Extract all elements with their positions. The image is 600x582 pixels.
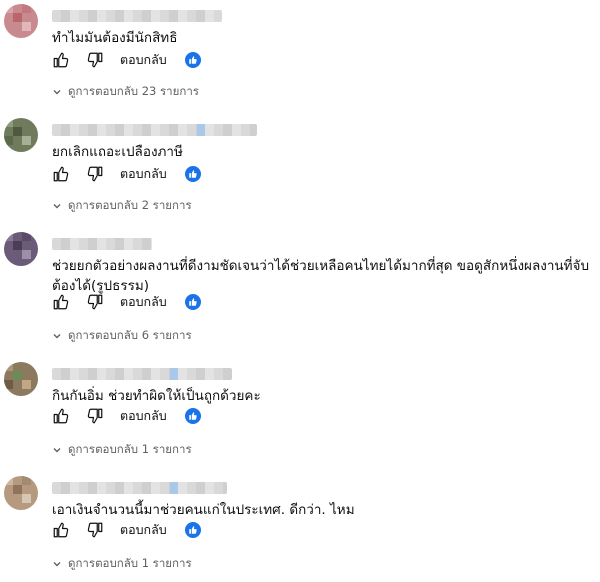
view-replies-toggle[interactable]: ดูการตอบกลับ 1 รายการ [52,442,192,458]
chevron-down-icon [53,562,61,567]
author-name-redacted [52,10,222,22]
dislike-icon[interactable] [86,51,104,69]
dislike-icon[interactable] [86,407,104,425]
chevron-down-icon [53,448,61,453]
comment-text: ทำไมมันต้องมีนักสิทธิ [52,30,178,46]
creator-heart-icon [184,522,201,538]
comment-actions: ตอบกลับ [52,292,201,312]
view-replies-label: ดูการตอบกลับ 6 รายการ [68,328,192,342]
comment-thread: ช่วยยกตัวอย่างผลงานที่ดีงามชัดเจนว่าได้ช… [0,232,600,344]
comment-text: กินกันอิ่ม ช่วยทำผิดให้เป็นถูกด้วยคะ [52,388,261,404]
comment-thread: เอาเงินจำนวนนี้มาช่วยคนแก่ในประเทศ. ดีกว… [0,476,600,576]
chevron-down-icon [53,204,61,209]
view-replies-toggle[interactable]: ดูการตอบกลับ 23 รายการ [52,84,199,100]
avatar[interactable] [4,4,38,38]
comment-actions: ตอบกลับ [52,50,201,70]
view-replies-toggle[interactable]: ดูการตอบกลับ 2 รายการ [52,198,192,214]
comment-actions: ตอบกลับ [52,520,201,540]
like-icon[interactable] [52,165,70,183]
comment-actions: ตอบกลับ [52,406,201,426]
dislike-icon[interactable] [86,165,104,183]
creator-heart-icon [184,294,201,310]
view-replies-label: ดูการตอบกลับ 1 รายการ [68,556,192,570]
reply-button[interactable]: ตอบกลับ [120,406,167,426]
reply-button[interactable]: ตอบกลับ [120,292,167,312]
view-replies-label: ดูการตอบกลับ 1 รายการ [68,442,192,456]
avatar[interactable] [4,232,38,266]
dislike-icon[interactable] [86,521,104,539]
avatar[interactable] [4,362,38,396]
chevron-down-icon [53,334,61,339]
like-icon[interactable] [52,407,70,425]
comment-text: ยกเลิกแถอะเปลืองภาษี [52,144,183,160]
dislike-icon[interactable] [86,293,104,311]
creator-heart-icon [184,166,201,182]
comment-thread: กินกันอิ่ม ช่วยทำผิดให้เป็นถูกด้วยคะ ตอบ… [0,362,600,462]
view-replies-toggle[interactable]: ดูการตอบกลับ 6 รายการ [52,328,192,344]
comment-text: เอาเงินจำนวนนี้มาช่วยคนแก่ในประเทศ. ดีกว… [52,502,355,518]
reply-button[interactable]: ตอบกลับ [120,164,167,184]
view-replies-toggle[interactable]: ดูการตอบกลับ 1 รายการ [52,556,192,572]
author-name-redacted [52,482,227,494]
author-name-redacted [52,124,257,136]
reply-button[interactable]: ตอบกลับ [120,50,167,70]
like-icon[interactable] [52,521,70,539]
avatar[interactable] [4,118,38,152]
comment-thread: ยกเลิกแถอะเปลืองภาษี ตอบกลับ ดูการตอบกลั… [0,118,600,218]
creator-heart-icon [184,52,201,68]
view-replies-label: ดูการตอบกลับ 2 รายการ [68,198,192,212]
view-replies-label: ดูการตอบกลับ 23 รายการ [68,84,199,98]
like-icon[interactable] [52,51,70,69]
creator-heart-icon [184,408,201,424]
reply-button[interactable]: ตอบกลับ [120,520,167,540]
like-icon[interactable] [52,293,70,311]
author-name-redacted [52,368,232,380]
author-name-redacted [52,238,152,250]
comment-thread: ทำไมมันต้องมีนักสิทธิ ตอบกลับ ดูการตอบกล… [0,4,600,104]
chevron-down-icon [53,90,61,95]
comment-text: ช่วยยกตัวอย่างผลงานที่ดีงามชัดเจนว่าได้ช… [52,258,590,294]
avatar[interactable] [4,476,38,510]
comment-actions: ตอบกลับ [52,164,201,184]
